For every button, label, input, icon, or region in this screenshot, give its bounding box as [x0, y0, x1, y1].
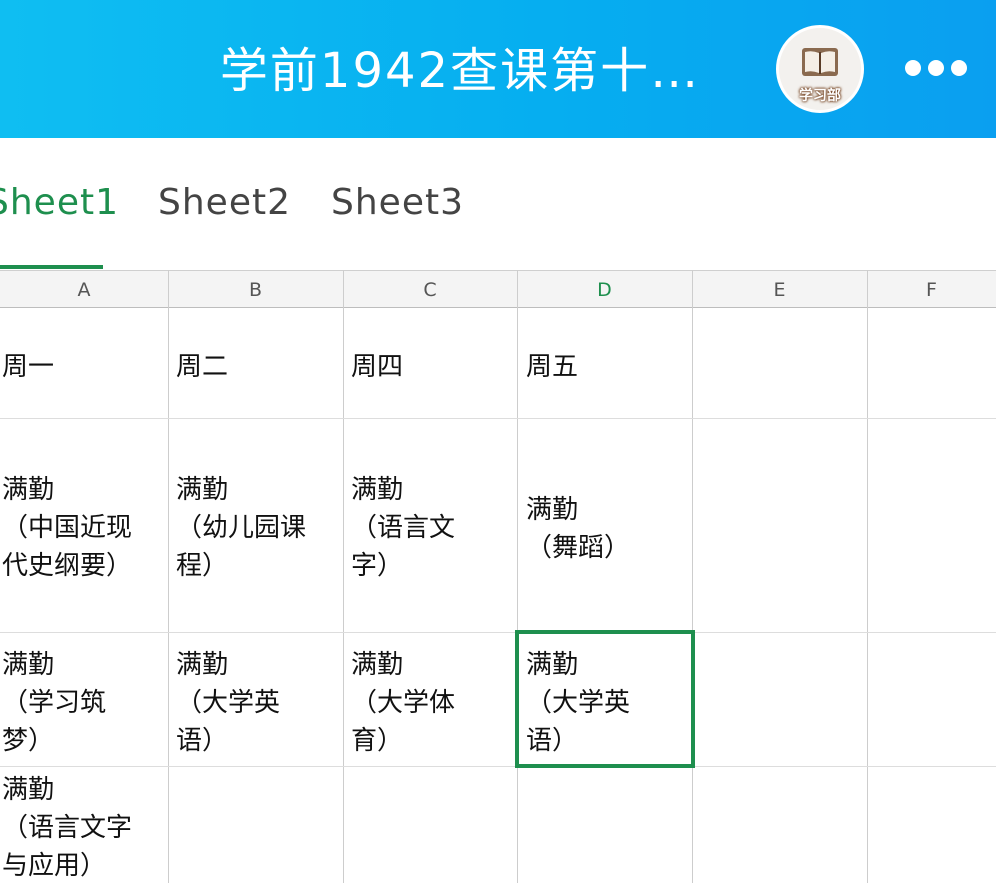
avatar[interactable]: 学习部 — [776, 25, 864, 113]
more-dots-icon[interactable] — [905, 58, 967, 78]
cell-a3[interactable]: 满勤 （学习筑 梦） — [2, 646, 166, 762]
column-header-f[interactable]: F — [867, 270, 996, 308]
column-header-b[interactable]: B — [168, 270, 343, 308]
grid-line — [168, 270, 169, 883]
sheet-tab-bar: Sheet1 Sheet2 Sheet3 — [0, 138, 996, 270]
page-title: 学前1942查课第十… — [219, 43, 701, 99]
tab-sheet1[interactable]: Sheet1 — [0, 182, 119, 223]
tab-sheet3[interactable]: Sheet3 — [331, 182, 464, 223]
title-bar: 学前1942查课第十… 学习部 — [0, 0, 996, 138]
cell-c3[interactable]: 满勤 （大学体 育） — [351, 646, 515, 762]
grid-line — [343, 270, 344, 883]
grid-line — [0, 766, 996, 767]
grid-line — [0, 418, 996, 419]
cell-a2[interactable]: 满勤 （中国近现 代史纲要） — [2, 471, 166, 591]
cell-c2[interactable]: 满勤 （语言文 字） — [351, 471, 515, 591]
cell-a4[interactable]: 满勤 （语言文字 与应用） — [2, 771, 166, 883]
tab-sheet2[interactable]: Sheet2 — [158, 182, 291, 223]
column-header-c[interactable]: C — [343, 270, 517, 308]
book-icon — [802, 48, 838, 76]
active-tab-indicator — [0, 265, 103, 269]
grid-line — [517, 270, 518, 883]
cell-d2[interactable]: 满勤 （舞蹈） — [526, 491, 690, 575]
selected-cell-highlight — [515, 630, 695, 768]
cell-b2[interactable]: 满勤 （幼儿园课 程） — [176, 471, 340, 591]
spreadsheet-grid: A B C D E F 周一 周二 周四 周五 满勤 （中国近现 代史纲要） 满… — [0, 270, 996, 883]
cell-b3[interactable]: 满勤 （大学英 语） — [176, 646, 340, 762]
cell-b1[interactable]: 周二 — [176, 348, 340, 408]
grid-line — [0, 632, 996, 633]
cell-a1[interactable]: 周一 — [2, 348, 166, 408]
grid-line — [692, 270, 693, 883]
column-header-d[interactable]: D — [517, 270, 692, 308]
grid-line — [867, 270, 868, 883]
avatar-label: 学习部 — [799, 88, 841, 104]
column-header-a[interactable]: A — [0, 270, 168, 308]
column-header-e[interactable]: E — [692, 270, 867, 308]
cell-d1[interactable]: 周五 — [526, 348, 690, 408]
cell-c1[interactable]: 周四 — [351, 348, 515, 408]
